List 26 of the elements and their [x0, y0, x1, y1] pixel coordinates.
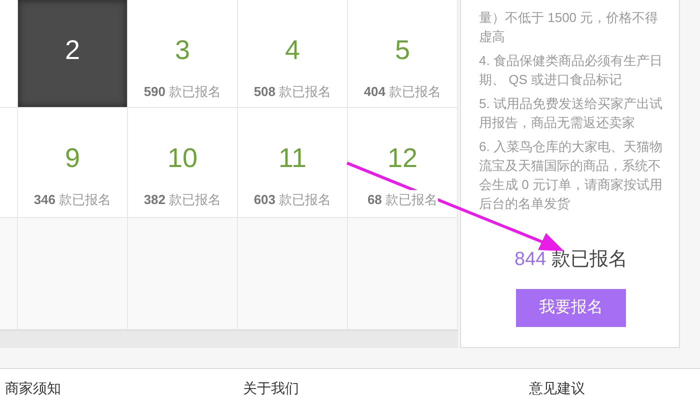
day-number: 10 — [167, 142, 198, 174]
day-cell[interactable]: 3 590 款已报名 — [128, 0, 238, 108]
day-number: 4 — [284, 34, 300, 66]
signup-button[interactable]: 我要报名 — [516, 288, 626, 326]
rule-text: 6. 入菜鸟仓库的大家电、天猫物流宝及天猫国际的商品，系统不会生成 0 元订单，请商家按试用后台的名单发货 — [479, 138, 663, 213]
rule-text: 4. 食品保健类商品必须有生产日期、 QS 或进口食品标记 — [479, 52, 663, 89]
footer-link[interactable]: 意见建议 — [529, 369, 585, 403]
day-number: 2 — [64, 34, 80, 66]
day-cell[interactable]: 10 382 款已报名 — [128, 108, 238, 218]
rule-text: 5. 试用品免费发送给买家产出试用报告，商品无需返还卖家 — [479, 95, 663, 132]
day-number: 3 — [174, 34, 190, 66]
footer-link[interactable]: 商家须知 — [5, 369, 61, 403]
footer-link[interactable]: 关于我们 — [243, 369, 299, 403]
total-count: 844 — [514, 249, 546, 270]
day-number: 9 — [64, 142, 80, 174]
total-label: 款已报名 — [551, 249, 628, 270]
day-cell[interactable]: 12 68 款已报名 — [348, 108, 458, 218]
day-cell[interactable]: 11 603 款已报名 — [238, 108, 348, 218]
day-cell[interactable]: 5 404 款已报名 — [348, 0, 458, 108]
day-cell[interactable]: 2 — [18, 0, 128, 108]
day-number: 11 — [278, 142, 307, 174]
day-number: 12 — [387, 142, 418, 174]
rule-text: 量）不低于 1500 元，价格不得虚高 — [479, 9, 660, 46]
day-number: 5 — [394, 34, 410, 66]
day-cell[interactable]: 4 508 款已报名 — [238, 0, 348, 108]
day-cell[interactable]: 9 346 款已报名 — [18, 108, 128, 218]
